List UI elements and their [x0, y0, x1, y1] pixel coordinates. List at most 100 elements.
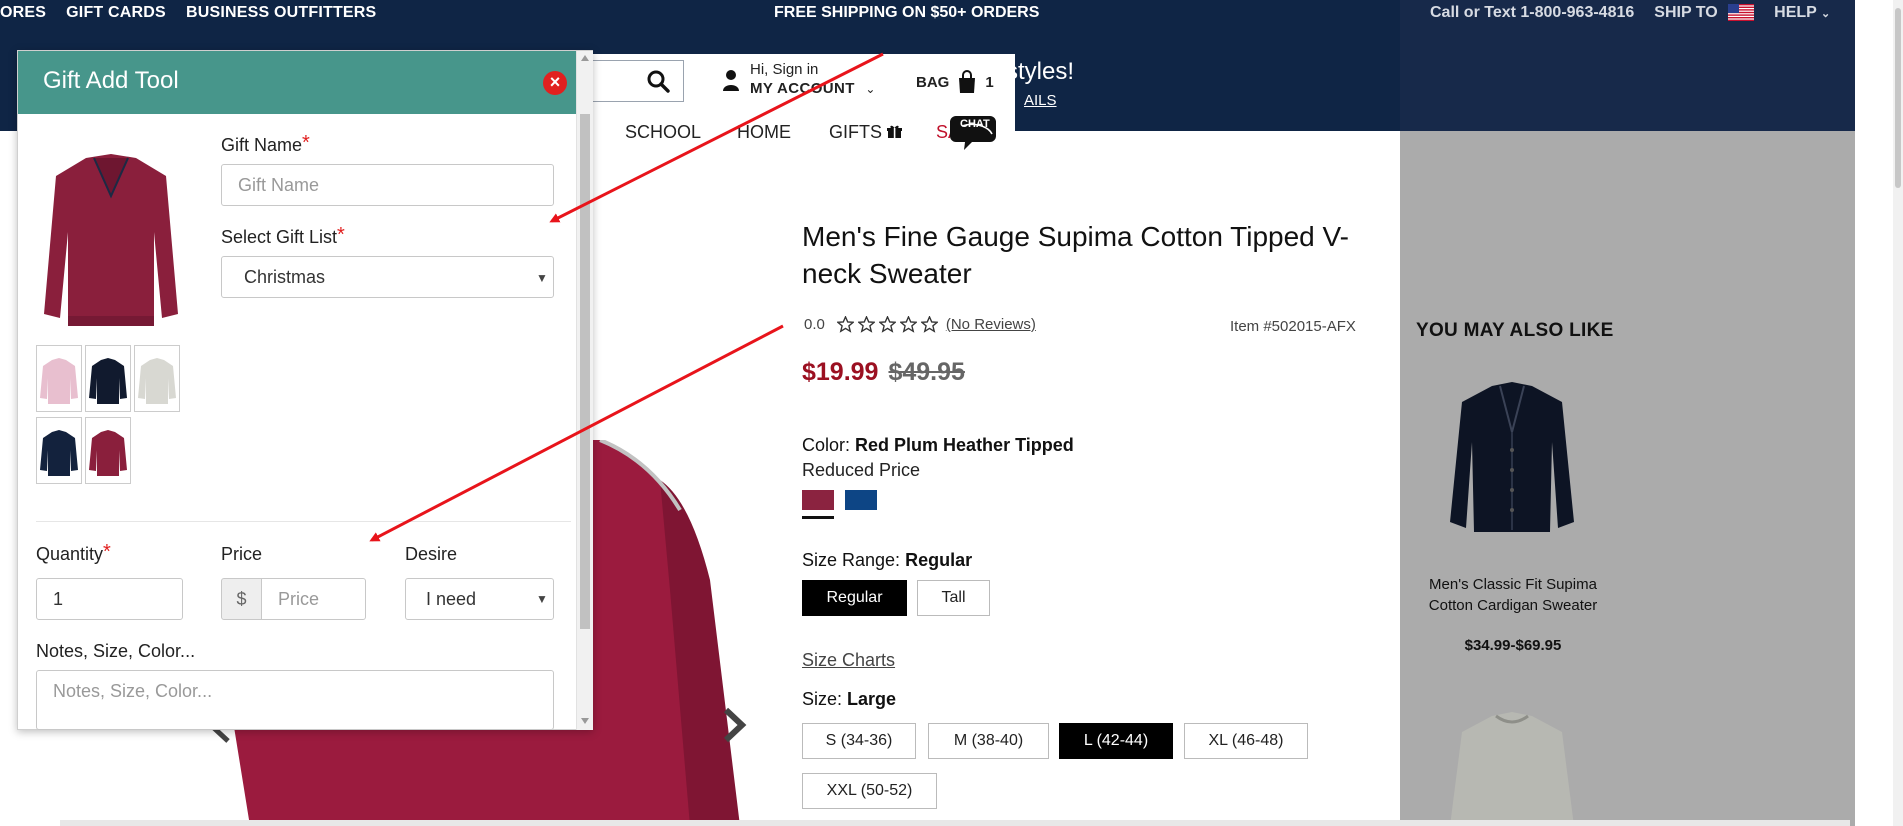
page-scrollbar[interactable] [1893, 0, 1903, 826]
sweater-thumbnail-icon [138, 358, 176, 404]
gift-thumbnail-red[interactable] [85, 417, 131, 484]
size-small[interactable]: S (34-36) [802, 723, 916, 759]
star-empty-icon [878, 316, 896, 333]
swatch-navy[interactable] [845, 490, 877, 510]
size-value: Large [847, 689, 897, 709]
carousel-next-icon[interactable] [720, 706, 748, 744]
scroll-up-icon[interactable] [581, 55, 589, 61]
size-charts-link[interactable]: Size Charts [802, 650, 895, 671]
account-label: MY ACCOUNT ⌄ [750, 79, 876, 99]
swatch-red-plum[interactable] [802, 490, 834, 510]
rating-value: 0.0 [804, 316, 825, 333]
sale-price: $19.99 [802, 358, 879, 386]
gift-product-image [44, 154, 178, 326]
promo-details-link[interactable]: AILS [1024, 92, 1057, 109]
gift-add-tool-dialog: Gift Add Tool × Gift Name* Gift Name Sel… [17, 50, 593, 730]
sweater-thumbnail-icon [40, 358, 78, 404]
phone-contact[interactable]: Call or Text 1-800-963-4816 [1430, 4, 1634, 22]
recommended-product-image[interactable] [1440, 372, 1584, 547]
required-mark: * [103, 541, 111, 563]
color-label: Color: [802, 435, 851, 455]
original-price: $49.95 [888, 358, 965, 386]
ship-to[interactable]: SHIP TO [1654, 4, 1755, 22]
top-link-gift-cards[interactable]: GIFT CARDS [66, 4, 166, 24]
shipping-promo[interactable]: FREE SHIPPING ON $50+ ORDERS [774, 4, 1039, 22]
dropdown-arrow-icon: ▼ [536, 271, 548, 285]
top-right-utility: Call or Text 1-800-963-4816 SHIP TO HELP… [1430, 4, 1830, 22]
sweater-thumbnail-icon [89, 358, 127, 404]
nav-item-gifts[interactable]: GIFTS [829, 122, 903, 143]
gift-list-label-text: Select Gift List [221, 227, 338, 247]
bag-icon [959, 70, 976, 93]
quantity-label: Quantity* [36, 541, 111, 565]
gift-thumbnail-gray[interactable] [134, 345, 180, 412]
item-number: Item #502015-AFX [1230, 318, 1356, 335]
close-glyph: × [549, 72, 561, 92]
size-range-tall[interactable]: Tall [917, 580, 990, 616]
person-icon [723, 69, 739, 91]
price-input[interactable]: Price [261, 578, 366, 620]
notes-placeholder: Notes, Size, Color... [53, 681, 213, 701]
required-mark: * [302, 132, 310, 154]
top-link-stores[interactable]: ORES [0, 4, 46, 24]
search-icon[interactable] [646, 69, 670, 93]
nav-item-gifts-label: GIFTS [829, 122, 882, 142]
top-links: ORES GIFT CARDS BUSINESS OUTFITTERS [0, 4, 376, 24]
size-xl[interactable]: XL (46-48) [1184, 723, 1308, 759]
shopping-bag[interactable]: BAG 1 [916, 70, 994, 94]
size-range-regular[interactable]: Regular [802, 580, 907, 616]
size-label: Size: [802, 689, 843, 709]
top-link-business-outfitters[interactable]: BUSINESS OUTFITTERS [186, 4, 376, 24]
desire-select[interactable]: I need [405, 578, 554, 620]
close-icon[interactable]: × [543, 71, 567, 95]
notes-label: Notes, Size, Color... [36, 641, 196, 661]
account-label-text: MY ACCOUNT [750, 80, 855, 97]
sweater-thumbnail-icon [89, 430, 127, 476]
gift-thumbnail-navy[interactable] [36, 417, 82, 484]
nav-item-home[interactable]: HOME [737, 122, 791, 143]
account-menu[interactable]: Hi, Sign in MY ACCOUNT ⌄ [722, 60, 876, 99]
size-large[interactable]: L (42-44) [1059, 723, 1173, 759]
us-flag-icon [1728, 4, 1755, 22]
star-empty-icon [857, 316, 875, 333]
gift-thumbnail-black[interactable] [85, 345, 131, 412]
quantity-label-text: Quantity [36, 544, 104, 564]
product-title: Men's Fine Gauge Supima Cotton Tipped V-… [802, 221, 1349, 289]
gift-name-input[interactable]: Gift Name [221, 164, 554, 206]
page: ORES GIFT CARDS BUSINESS OUTFITTERS FREE… [0, 0, 1903, 826]
nav-item-school[interactable]: SCHOOL [625, 122, 701, 143]
gift-thumbnail-pink[interactable] [36, 345, 82, 412]
scroll-down-icon[interactable] [581, 718, 589, 724]
size-xxl[interactable]: XXL (50-52) [802, 773, 937, 809]
chevron-down-icon: ⌄ [1821, 8, 1831, 20]
price-row: $19.99 $49.95 [802, 358, 965, 387]
size-range-selection: Size Range: Regular [802, 550, 972, 571]
account-text: Hi, Sign in MY ACCOUNT ⌄ [750, 60, 876, 99]
size-range-label: Size Range: [802, 550, 901, 570]
section-divider [36, 521, 571, 522]
currency-addon: $ [221, 578, 262, 620]
dialog-scrollbar[interactable] [576, 51, 593, 730]
gift-list-select[interactable]: Christmas [221, 256, 554, 298]
reviews-link[interactable]: (No Reviews) [946, 316, 1036, 333]
quantity-input[interactable]: 1 [36, 578, 183, 620]
help-menu[interactable]: HELP ⌄ [1774, 4, 1830, 22]
recommended-product-name[interactable]: Men's Classic Fit Supima Cotton Cardigan… [1426, 574, 1600, 616]
page-scrollbar-thumb[interactable] [1895, 8, 1901, 188]
ship-to-label: SHIP TO [1654, 4, 1718, 21]
color-selection: Color: Red Plum Heather Tipped [802, 435, 1074, 456]
gift-name-label-text: Gift Name [221, 135, 303, 155]
size-selection: Size: Large [802, 689, 896, 710]
size-range-value: Regular [905, 550, 973, 570]
chat-label: CHAT [960, 118, 990, 130]
price-placeholder: Price [278, 588, 320, 609]
notes-textarea[interactable]: Notes, Size, Color... [36, 670, 554, 730]
rating-stars [836, 316, 938, 333]
recommended-product-image-2[interactable] [1440, 702, 1584, 826]
horizontal-scrollbar[interactable] [60, 820, 1850, 826]
dialog-scrollbar-thumb[interactable] [580, 114, 590, 629]
desire-label: Desire [405, 544, 458, 564]
gift-name-label: Gift Name* [221, 132, 310, 156]
chat-icon[interactable]: CHAT [948, 112, 998, 152]
size-medium[interactable]: M (38-40) [928, 723, 1049, 759]
